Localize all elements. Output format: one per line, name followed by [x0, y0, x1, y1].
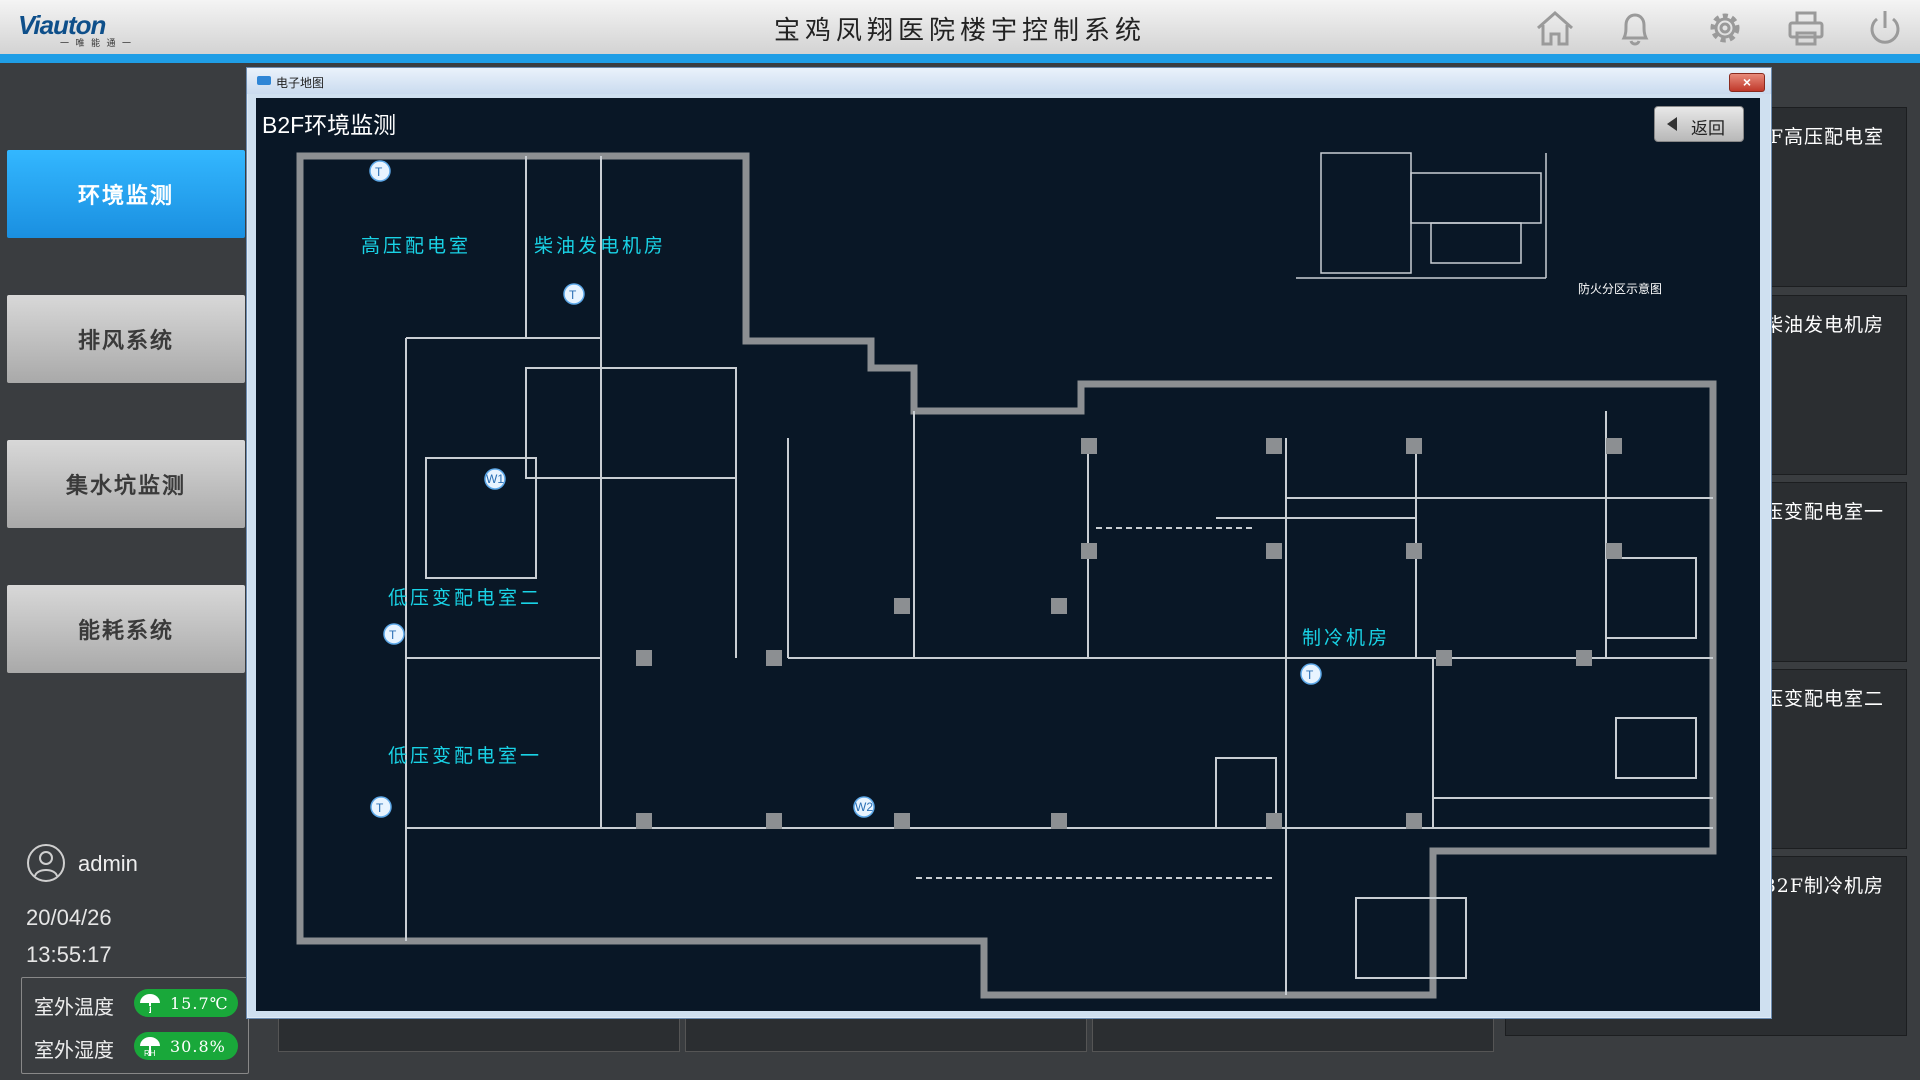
outdoor-temperature-badge: T 15.7℃ — [134, 989, 238, 1017]
svg-text:T: T — [376, 801, 384, 815]
back-button-label: 返回 — [1691, 119, 1725, 138]
back-arrow-icon — [1667, 117, 1677, 131]
outdoor-humidity-value: 30.8% — [170, 1037, 226, 1056]
floor-plan: 防火分区示意图 高压配电室 柴油发电机房 低压变配电室二 低压变配电室一 制冷机… — [296, 152, 1717, 999]
room-label-diesel-generator: 柴油发电机房 — [534, 235, 666, 257]
humidity-umbrella-icon: RH — [137, 1034, 163, 1058]
home-icon[interactable] — [1532, 6, 1578, 50]
svg-text:T: T — [375, 165, 383, 179]
room-label-lv-distribution-2: 低压变配电室二 — [388, 587, 542, 609]
room-label-hv-distribution: 高压配电室 — [361, 235, 471, 257]
svg-text:W2: W2 — [855, 800, 873, 814]
temperature-sensor-marker[interactable]: T — [369, 160, 391, 182]
header-bar: Viauton 一 唯 能 通 一 宝鸡凤翔医院楼宇控制系统 — [0, 0, 1920, 55]
header-accent-strip — [0, 54, 1920, 63]
map-title: B2F环境监测 — [262, 112, 397, 138]
printer-icon[interactable] — [1783, 6, 1829, 50]
outdoor-temperature-label: 室外温度 — [34, 995, 114, 1019]
bell-icon[interactable] — [1612, 6, 1658, 50]
svg-text:T: T — [1306, 668, 1314, 682]
svg-text:T: T — [147, 1005, 152, 1014]
svg-text:W1: W1 — [486, 472, 504, 486]
room-card-title: B2F制冷机房 — [1761, 875, 1884, 897]
temperature-sensor-marker[interactable]: T — [563, 283, 585, 305]
back-button[interactable]: 返回 — [1654, 106, 1744, 142]
avatar[interactable] — [26, 843, 66, 888]
sidebar-item-environment[interactable]: 环境监测 — [7, 150, 245, 238]
outdoor-humidity-badge: RH 30.8% — [134, 1032, 238, 1060]
outdoor-humidity-label: 室外湿度 — [34, 1038, 114, 1062]
sidebar-item-sump[interactable]: 集水坑监测 — [7, 440, 245, 528]
current-time: 13:55:17 — [26, 942, 112, 967]
window-app-icon — [257, 76, 271, 85]
svg-text:T: T — [389, 628, 397, 642]
room-label-lv-distribution-1: 低压变配电室一 — [388, 745, 542, 767]
svg-text:T: T — [569, 288, 577, 302]
electronic-map-window: 电子地图 × 防火分区示意图 高压配电室 柴油发电机房 低压变配电室二 低压变配… — [246, 67, 1772, 1019]
inset-title: 防火分区示意图 — [1578, 281, 1662, 296]
gear-icon[interactable] — [1702, 6, 1748, 50]
sidebar-item-energy[interactable]: 能耗系统 — [7, 585, 245, 673]
temperature-sensor-marker[interactable]: T — [370, 796, 392, 818]
water-sensor-marker[interactable]: W2 — [853, 796, 875, 818]
username: admin — [78, 851, 138, 876]
svg-text:RH: RH — [144, 1049, 156, 1058]
power-icon[interactable] — [1862, 6, 1908, 50]
user-icon — [27, 844, 65, 882]
weather-panel: 室外温度 T 15.7℃ 室外湿度 RH 30.8% — [21, 977, 249, 1074]
current-date: 20/04/26 — [26, 905, 112, 930]
map-canvas: 防火分区示意图 高压配电室 柴油发电机房 低压变配电室二 低压变配电室一 制冷机… — [256, 98, 1760, 1011]
fire-zone-inset — [1296, 152, 1547, 279]
temperature-sensor-marker[interactable]: T — [1300, 663, 1322, 685]
close-button[interactable]: × — [1729, 73, 1765, 92]
window-title: 电子地图 — [276, 76, 325, 90]
sidebar-item-exhaust[interactable]: 排风系统 — [7, 295, 245, 383]
thermometer-umbrella-icon: T — [137, 991, 163, 1015]
window-titlebar[interactable]: 电子地图 × — [247, 68, 1771, 94]
room-label-chiller: 制冷机房 — [1302, 627, 1390, 649]
outdoor-temperature-row: 室外温度 T 15.7℃ — [34, 985, 244, 1021]
temperature-sensor-marker[interactable]: T — [383, 623, 405, 645]
outdoor-temperature-value: 15.7℃ — [170, 994, 229, 1013]
water-sensor-marker[interactable]: W1 — [484, 468, 506, 490]
outdoor-humidity-row: 室外湿度 RH 30.8% — [34, 1028, 244, 1064]
